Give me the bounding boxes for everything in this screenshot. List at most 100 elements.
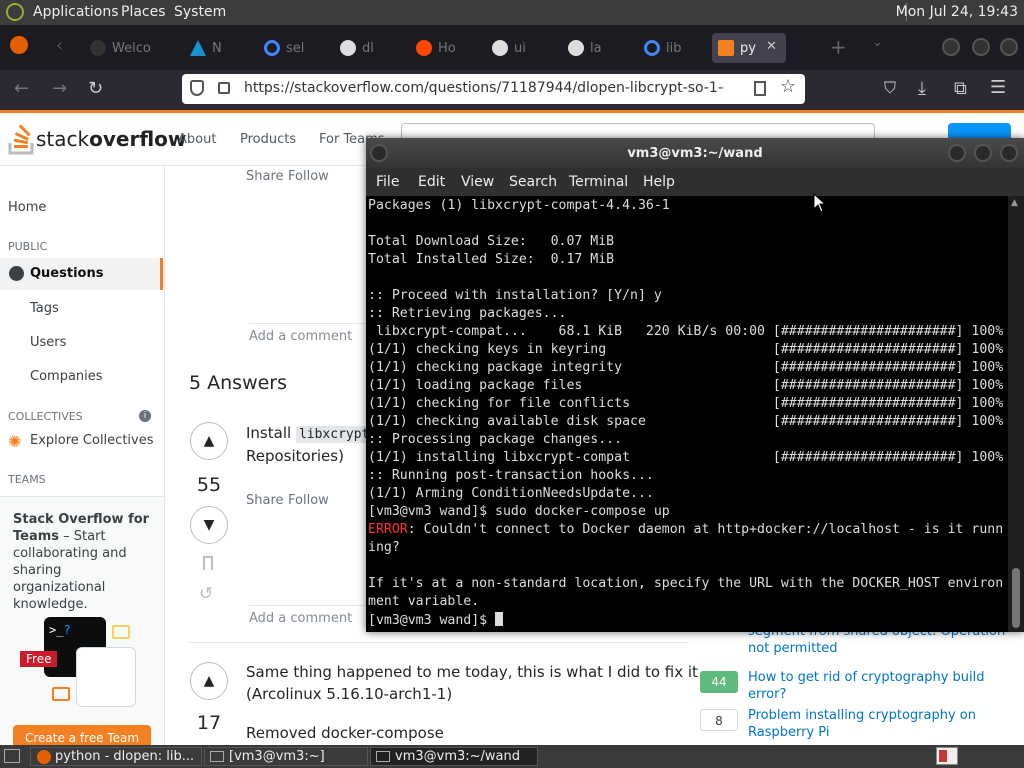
speech-bubble-icon	[52, 687, 70, 701]
sidebar-home[interactable]: Home	[8, 200, 46, 215]
downloads-icon[interactable]: ⤓	[918, 78, 926, 99]
teams-illustration-card	[76, 647, 136, 707]
tab-stackoverflow-active[interactable]: py ✕	[712, 33, 786, 63]
answer2-upvote-button[interactable]: ▲	[190, 662, 228, 700]
answer1-follow-link[interactable]: Follow	[288, 493, 329, 508]
url-text[interactable]: https://stackoverflow.com/questions/7118…	[244, 80, 724, 96]
show-desktop-icon[interactable]	[4, 749, 20, 763]
terminal-menu-file[interactable]: File	[376, 174, 399, 190]
terminal-line: (1/1) installing libxcrypt-compat [#####…	[368, 450, 1004, 465]
header-products-link[interactable]: Products	[240, 132, 296, 147]
question-add-comment[interactable]: Add a comment	[249, 329, 352, 344]
bookmark-icon[interactable]	[203, 556, 213, 570]
terminal-cursor	[495, 612, 504, 626]
terminal-close-button[interactable]	[1000, 144, 1018, 162]
bookmark-star-icon[interactable]: ☆	[780, 76, 796, 97]
related-question-link[interactable]: Problem installing cryptography on Raspb…	[748, 707, 1018, 741]
reader-view-icon[interactable]	[754, 81, 766, 96]
reddit-icon	[416, 40, 432, 56]
terminal-line: :: Proceed with installation? [Y/n] y	[368, 288, 662, 303]
taskbar-item-terminal-wand[interactable]: vm3@vm3:~/wand	[370, 747, 538, 766]
back-icon[interactable]: ←	[14, 78, 29, 99]
divider	[189, 642, 689, 643]
github-icon	[340, 40, 356, 56]
answer1-upvote-button[interactable]: ▲	[190, 422, 228, 460]
tab-github-3[interactable]: la	[562, 33, 632, 63]
scroll-tabs-left-icon[interactable]: ‹	[56, 35, 63, 56]
pocket-icon[interactable]: ⛉	[884, 78, 896, 98]
sidebar-item-questions[interactable]: Questions	[0, 258, 163, 290]
terminal-minimize-button[interactable]	[948, 144, 966, 162]
question-follow-link[interactable]: Follow	[288, 169, 329, 184]
terminal-menu-help[interactable]: Help	[643, 174, 675, 190]
hamburger-menu-icon[interactable]: ☰	[990, 77, 1006, 98]
sidebar-tags[interactable]: Tags	[30, 301, 59, 316]
terminal-menu-edit[interactable]: Edit	[418, 174, 445, 190]
close-tab-icon[interactable]: ✕	[766, 39, 777, 54]
menu-system[interactable]: System	[174, 4, 226, 20]
lock-icon[interactable]	[218, 82, 230, 94]
workspace-switcher[interactable]	[936, 747, 958, 765]
tab-github-1[interactable]: dl	[334, 33, 404, 63]
forward-icon[interactable]: →	[52, 78, 67, 99]
maximize-window-button[interactable]	[972, 38, 990, 56]
list-tabs-icon[interactable]: ⌄	[872, 35, 883, 50]
shield-icon[interactable]	[190, 80, 204, 96]
terminal-line: :: Running post-transaction hooks...	[368, 468, 654, 483]
answer1-vote-count: 55	[196, 474, 222, 496]
terminal-menu-view[interactable]: View	[461, 174, 494, 190]
globe-icon	[9, 266, 24, 281]
tab-welcome[interactable]: Welcome	[84, 33, 154, 63]
tab-google-2[interactable]: lib	[638, 33, 708, 63]
terminal-titlebar[interactable]: vm3@vm3:~/wand	[366, 138, 1024, 168]
clock[interactable]: Mon Jul 24, 19:43	[896, 4, 1018, 20]
stackoverflow-logo-text[interactable]: stackoverflow	[36, 127, 186, 151]
terminal-menu-terminal[interactable]: Terminal	[569, 174, 628, 190]
info-icon[interactable]: i	[139, 410, 151, 422]
history-icon[interactable]: ↺	[199, 584, 213, 604]
answer2-vote-count: 17	[196, 712, 222, 734]
answer1-downvote-button[interactable]: ▼	[190, 506, 228, 544]
url-bar[interactable]: https://stackoverflow.com/questions/7118…	[182, 74, 805, 104]
header-about-link[interactable]: About	[178, 132, 216, 147]
terminal-line: Total Installed Size: 0.17 MiB	[368, 252, 615, 267]
scroll-up-icon[interactable]: ▲	[1011, 198, 1018, 208]
close-window-button[interactable]	[1000, 38, 1018, 56]
taskbar-item-terminal-home[interactable]: [vm3@vm3:~]	[204, 747, 368, 766]
sidebar-explore-collectives[interactable]: Explore Collectives	[30, 433, 154, 448]
tab-arch[interactable]: N	[184, 33, 254, 63]
sidebar-companies[interactable]: Companies	[30, 369, 103, 384]
mate-logo-icon[interactable]	[6, 3, 24, 21]
free-badge: Free	[20, 651, 58, 667]
tab-reddit[interactable]: Ho	[410, 33, 480, 63]
related-question-link[interactable]: How to get rid of cryptography build err…	[748, 669, 1018, 703]
terminal-window[interactable]: vm3@vm3:~/wand File Edit View Search Ter…	[366, 138, 1024, 632]
terminal-maximize-button[interactable]	[974, 144, 992, 162]
tab-google-1[interactable]: sel	[258, 33, 328, 63]
terminal-output[interactable]: Packages (1) libxcrypt-compat-4.4.36-1 T…	[366, 196, 1008, 632]
sidebar-users[interactable]: Users	[30, 335, 66, 350]
terminal-error-line: ERROR: Couldn't connect to Docker daemon…	[368, 522, 1004, 537]
terminal-menu-search[interactable]: Search	[509, 174, 557, 190]
minimize-window-button[interactable]	[942, 38, 960, 56]
terminal-scrollbar[interactable]: ▲	[1008, 196, 1024, 632]
menu-places[interactable]: Places	[121, 4, 166, 20]
stackoverflow-logo-icon[interactable]	[8, 123, 36, 155]
mouse-pointer-icon	[813, 193, 827, 213]
new-tab-icon[interactable]: +	[830, 35, 847, 59]
tab-github-2[interactable]: ui	[486, 33, 556, 63]
terminal-line: (1/1) checking available disk space [###…	[368, 414, 1004, 429]
answer1-add-comment[interactable]: Add a comment	[249, 611, 352, 626]
browser-tab-bar: ‹ Welcome N sel dl Ho ui la lib py ✕ + ⌄	[0, 25, 1024, 70]
firefox-menu-icon[interactable]	[10, 36, 28, 54]
terminal-scroll-thumb[interactable]	[1012, 568, 1020, 628]
question-share-link[interactable]: Share	[246, 169, 284, 184]
terminal-line: (1/1) checking for file conflicts [#####…	[368, 396, 1004, 411]
terminal-icon	[210, 751, 224, 762]
taskbar-item-firefox[interactable]: python - dlopen: lib...	[30, 747, 202, 766]
extensions-icon[interactable]: ⧉	[954, 78, 967, 99]
answer1-share-link[interactable]: Share	[246, 493, 284, 508]
menu-applications[interactable]: Applications	[33, 4, 119, 20]
reload-icon[interactable]: ↻	[88, 78, 103, 99]
collectives-star-icon: ✺	[8, 432, 22, 451]
